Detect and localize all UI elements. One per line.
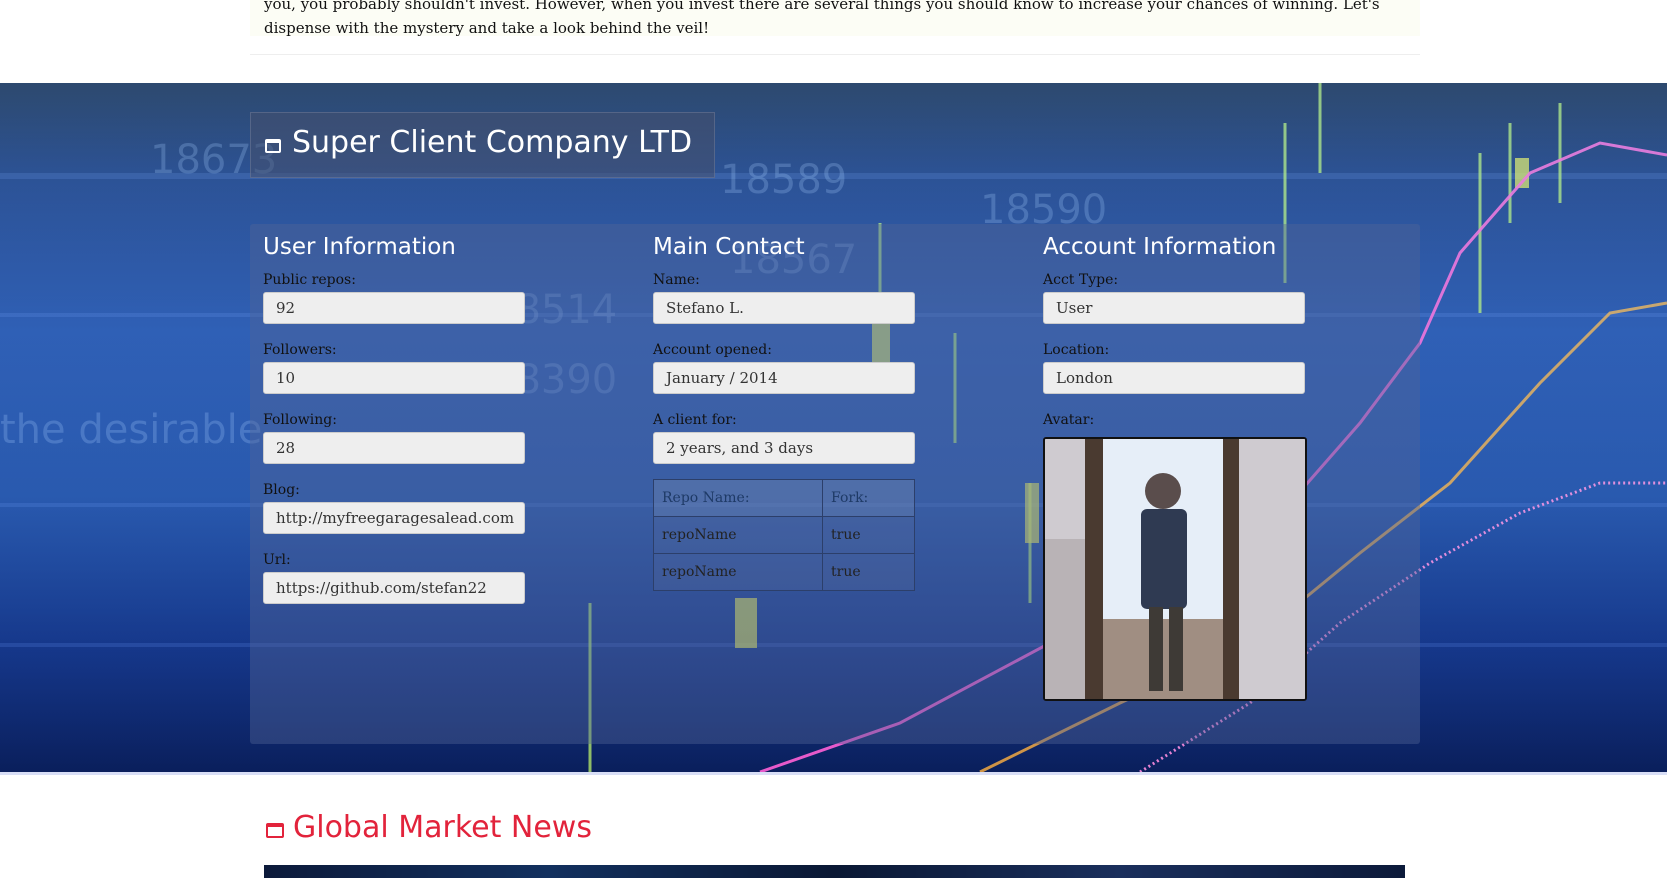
location-input[interactable]: London: [1043, 362, 1305, 394]
table-header-row: Repo Name: Fork:: [653, 479, 915, 517]
field-label: Name:: [653, 272, 700, 288]
public-repos-field: Public repos: 92: [263, 272, 525, 324]
section-heading: User Information: [263, 234, 456, 260]
account-opened-field: Account opened: January / 2014: [653, 342, 915, 394]
followers-field: Followers: 10: [263, 342, 525, 394]
blog-input[interactable]: http://myfreegaragesalead.com: [263, 502, 525, 534]
intro-block: you, you probably shouldn't invest. Howe…: [250, 0, 1420, 37]
company-title-bar: Super Client Company LTD: [250, 112, 715, 178]
account-type-field: Acct Type: User: [1043, 272, 1305, 324]
news-image: [264, 865, 1405, 878]
followers-input[interactable]: 10: [263, 362, 525, 394]
name-input[interactable]: Stefano L.: [653, 292, 915, 324]
url-field: Url: https://github.com/stefan22: [263, 552, 525, 604]
avatar: [1043, 437, 1307, 701]
url-input[interactable]: https://github.com/stefan22: [263, 572, 525, 604]
name-field: Name: Stefano L.: [653, 272, 915, 324]
field-label: Public repos:: [263, 272, 356, 288]
news-title: Global Market News: [293, 810, 592, 845]
client-for-input[interactable]: 2 years, and 3 days: [653, 432, 915, 464]
client-for-field: A client for: 2 years, and 3 days: [653, 412, 915, 464]
account-opened-input[interactable]: January / 2014: [653, 362, 915, 394]
column-header: Fork:: [822, 479, 915, 517]
repo-name-cell: repoName: [653, 553, 823, 591]
client-info-panel: User Information Public repos: 92 Follow…: [250, 224, 1420, 744]
public-repos-input[interactable]: 92: [263, 292, 525, 324]
field-label: Followers:: [263, 342, 337, 358]
location-field: Location: London: [1043, 342, 1305, 394]
fork-cell: true: [822, 553, 915, 591]
avatar-photo: [1045, 439, 1305, 699]
window-icon: [266, 823, 284, 838]
table-row: repoName true: [653, 516, 915, 554]
window-icon: [265, 139, 281, 153]
field-label: Blog:: [263, 482, 300, 498]
section-heading: Account Information: [1043, 234, 1277, 260]
divider: [250, 54, 1420, 55]
repo-table: Repo Name: Fork: repoName true repoName …: [653, 479, 915, 591]
field-label: Location:: [1043, 342, 1110, 358]
section-heading: Main Contact: [653, 234, 805, 260]
repo-name-cell: repoName: [653, 516, 823, 554]
field-label: Url:: [263, 552, 291, 568]
intro-text: you, you probably shouldn't invest. Howe…: [264, 0, 1380, 37]
fork-cell: true: [822, 516, 915, 554]
field-label: Account opened:: [653, 342, 772, 358]
avatar-field: Avatar:: [1043, 412, 1305, 428]
account-type-input[interactable]: User: [1043, 292, 1305, 324]
field-label: Acct Type:: [1043, 272, 1119, 288]
table-row: repoName true: [653, 553, 915, 591]
field-label: A client for:: [653, 412, 737, 428]
following-field: Following: 28: [263, 412, 525, 464]
field-label: Avatar:: [1043, 412, 1095, 428]
following-input[interactable]: 28: [263, 432, 525, 464]
company-title: Super Client Company LTD: [292, 125, 693, 160]
field-label: Following:: [263, 412, 337, 428]
column-header: Repo Name:: [653, 479, 823, 517]
divider: [0, 772, 1667, 775]
blog-field: Blog: http://myfreegaragesalead.com: [263, 482, 525, 534]
